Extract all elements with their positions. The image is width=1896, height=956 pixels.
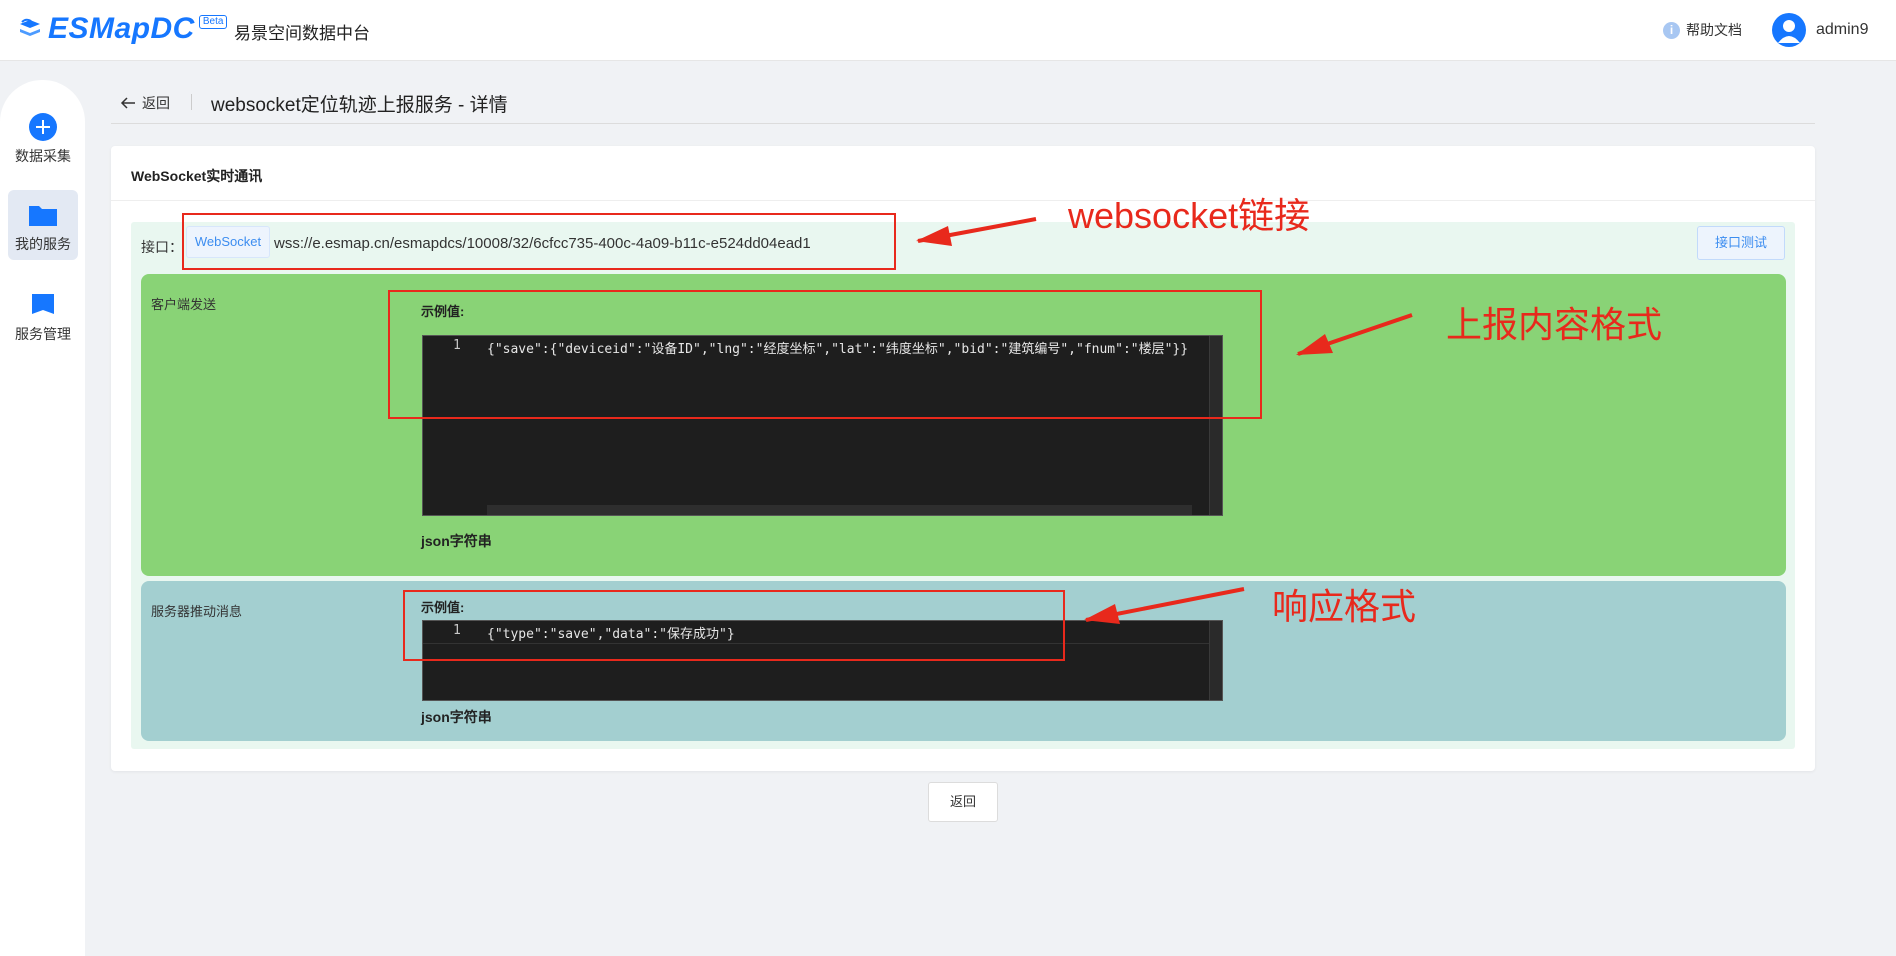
annotation-report-format: 上报内容格式 <box>1446 304 1663 345</box>
annotation-response-format: 响应格式 <box>1272 586 1417 627</box>
annotation-websocket-link: websocket链接 <box>1068 195 1311 236</box>
annotation-arrow <box>1296 313 1413 356</box>
annotation-arrows <box>916 217 1413 624</box>
annotation-arrow <box>916 217 1037 246</box>
annotation-arrow <box>1084 587 1245 624</box>
